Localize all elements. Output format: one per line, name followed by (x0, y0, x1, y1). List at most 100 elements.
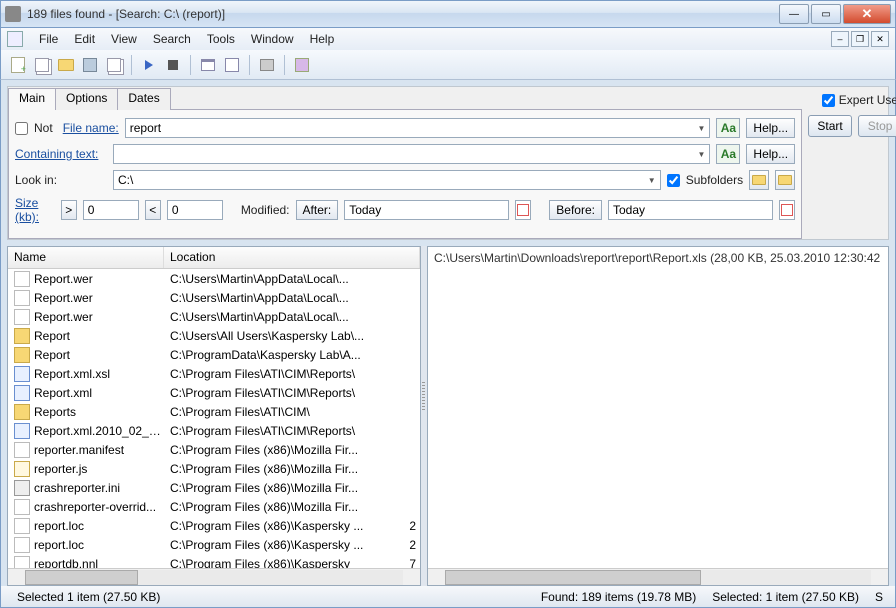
file-row[interactable]: crashreporter.ini C:\Program Files (x86)… (8, 478, 420, 497)
splitter[interactable] (421, 246, 427, 586)
save-button[interactable] (79, 54, 101, 76)
size-label[interactable]: Size (kb): (15, 196, 55, 224)
results-list: Name Location Report.wer C:\Users\Martin… (7, 246, 421, 586)
tab-dates[interactable]: Dates (117, 88, 170, 110)
size-gt-button[interactable]: > (61, 200, 77, 220)
tab-options[interactable]: Options (55, 88, 118, 110)
menu-window[interactable]: Window (243, 30, 302, 48)
lookin-combo[interactable]: C:\ ▼ (113, 170, 661, 190)
list-body[interactable]: Report.wer C:\Users\Martin\AppData\Local… (8, 269, 420, 568)
file-row[interactable]: Report.wer C:\Users\Martin\AppData\Local… (8, 269, 420, 288)
add-folder-button[interactable] (775, 170, 795, 190)
filename-value: report (130, 121, 161, 135)
help-book-button[interactable] (291, 54, 313, 76)
file-row[interactable]: Report.xml C:\Program Files\ATI\CIM\Repo… (8, 383, 420, 402)
subfolders-checkbox[interactable] (667, 174, 680, 187)
before-calendar-button[interactable] (779, 200, 795, 220)
file-location: C:\Program Files (x86)\Mozilla Fir... (164, 462, 406, 476)
file-row[interactable]: Report.wer C:\Users\Martin\AppData\Local… (8, 307, 420, 326)
file-name: Report.xml.xsl (34, 367, 164, 381)
menu-help[interactable]: Help (302, 30, 343, 48)
file-location: C:\Program Files (x86)\Mozilla Fir... (164, 481, 406, 495)
menu-file[interactable]: File (31, 30, 66, 48)
view-window-button[interactable] (197, 54, 219, 76)
size-lt-button[interactable]: < (145, 200, 161, 220)
case-sensitive-filename-button[interactable]: Aa (716, 118, 740, 138)
ini-icon (14, 480, 30, 496)
start-button[interactable]: Start (808, 115, 852, 137)
after-calendar-button[interactable] (515, 200, 531, 220)
file-row[interactable]: reporter.manifest C:\Program Files (x86)… (8, 440, 420, 459)
file-name: Report.xml.2010_02_2... (34, 424, 164, 438)
xml-icon (14, 423, 30, 439)
file-row[interactable]: reportdb.nnl C:\Program Files (x86)\Kasp… (8, 554, 420, 568)
file-row[interactable]: Report.xml.xsl C:\Program Files\ATI\CIM\… (8, 364, 420, 383)
filename-combo[interactable]: report ▼ (125, 118, 711, 138)
maximize-button[interactable]: ▭ (811, 4, 841, 24)
browse-folder-button[interactable] (749, 170, 769, 190)
search-panel: Main Options Dates Not File name: report… (7, 86, 889, 240)
menu-tools[interactable]: Tools (199, 30, 243, 48)
file-row[interactable]: Report.wer C:\Users\Martin\AppData\Local… (8, 288, 420, 307)
help-text-button[interactable]: Help... (746, 144, 795, 164)
mdi-minimize-button[interactable]: – (831, 31, 849, 47)
after-button[interactable]: After: (296, 200, 339, 220)
containing-combo[interactable]: ▼ (113, 144, 710, 164)
expert-user-checkbox[interactable] (822, 94, 835, 107)
containing-label[interactable]: Containing text: (15, 147, 107, 161)
save-all-button[interactable] (103, 54, 125, 76)
copy-button[interactable] (31, 54, 53, 76)
folder-icon (14, 347, 30, 363)
help-filename-button[interactable]: Help... (746, 118, 795, 138)
window-title: 189 files found - [Search: C:\ (report)] (27, 7, 779, 21)
view-list-button[interactable] (221, 54, 243, 76)
horizontal-scrollbar[interactable] (8, 568, 420, 585)
minimize-button[interactable]: — (779, 4, 809, 24)
close-button[interactable]: ✕ (843, 4, 891, 24)
new-search-button[interactable] (7, 54, 29, 76)
file-name: reporter.manifest (34, 443, 164, 457)
size-from-input[interactable] (83, 200, 139, 220)
status-selected: Selected: 1 item (27.50 KB) (704, 590, 867, 604)
file-row[interactable]: report.loc C:\Program Files (x86)\Kasper… (8, 516, 420, 535)
file-row[interactable]: Report C:\Users\All Users\Kaspersky Lab\… (8, 326, 420, 345)
list-header: Name Location (8, 247, 420, 269)
open-folder-button[interactable] (55, 54, 77, 76)
column-location[interactable]: Location (164, 247, 420, 268)
filename-label[interactable]: File name: (63, 121, 119, 135)
stop-button[interactable]: Stop (858, 115, 896, 137)
menu-search[interactable]: Search (145, 30, 199, 48)
title-bar: 189 files found - [Search: C:\ (report)]… (0, 0, 896, 28)
after-date-input[interactable] (344, 200, 509, 220)
case-sensitive-text-button[interactable]: Aa (716, 144, 740, 164)
folder-icon (14, 328, 30, 344)
file-row[interactable]: Report C:\ProgramData\Kaspersky Lab\A... (8, 345, 420, 364)
tab-main[interactable]: Main (8, 88, 56, 110)
mdi-restore-button[interactable]: ❐ (851, 31, 869, 47)
print-button[interactable] (256, 54, 278, 76)
preview-horizontal-scrollbar[interactable] (428, 568, 888, 585)
system-menu-icon[interactable] (7, 31, 23, 47)
column-name[interactable]: Name (8, 247, 164, 268)
status-found: Found: 189 items (19.78 MB) (533, 590, 704, 604)
file-name: report.loc (34, 519, 164, 533)
before-button[interactable]: Before: (549, 200, 602, 220)
size-to-input[interactable] (167, 200, 223, 220)
file-location: C:\Program Files\ATI\CIM\Reports\ (164, 367, 406, 381)
file-icon (14, 537, 30, 553)
menu-view[interactable]: View (103, 30, 145, 48)
chevron-down-icon: ▼ (648, 176, 656, 185)
stop-search-button[interactable] (162, 54, 184, 76)
not-checkbox[interactable] (15, 122, 28, 135)
start-search-button[interactable] (138, 54, 160, 76)
file-location: C:\Program Files (x86)\Kaspersky (164, 557, 406, 569)
file-row[interactable]: reporter.js C:\Program Files (x86)\Mozil… (8, 459, 420, 478)
file-row[interactable]: Reports C:\Program Files\ATI\CIM\ (8, 402, 420, 421)
file-row[interactable]: Report.xml.2010_02_2... C:\Program Files… (8, 421, 420, 440)
mdi-close-button[interactable]: ✕ (871, 31, 889, 47)
file-row[interactable]: crashreporter-overrid... C:\Program File… (8, 497, 420, 516)
file-row[interactable]: report.loc C:\Program Files (x86)\Kasper… (8, 535, 420, 554)
before-date-input[interactable] (608, 200, 773, 220)
file-icon (14, 290, 30, 306)
menu-edit[interactable]: Edit (66, 30, 103, 48)
